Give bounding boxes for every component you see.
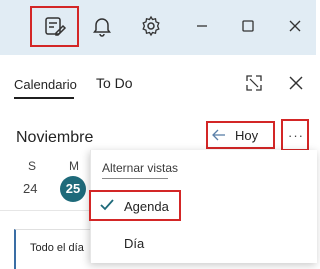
tab-calendario[interactable]: Calendario — [14, 77, 77, 92]
minimize-icon[interactable] — [190, 14, 214, 38]
all-day-label: Todo el día — [30, 242, 84, 254]
close-icon[interactable] — [283, 14, 307, 38]
pane-tabs: Calendario To Do — [0, 55, 316, 110]
title-bar — [0, 0, 316, 55]
arrow-left-icon — [211, 127, 227, 148]
menu-item-label: Día — [124, 236, 145, 251]
expand-icon[interactable] — [244, 73, 264, 98]
close-pane-icon[interactable] — [286, 73, 306, 98]
edit-note-highlight — [30, 6, 79, 47]
gear-icon[interactable] — [139, 14, 163, 38]
menu-item-dia[interactable]: Día — [91, 228, 317, 258]
month-title: Noviembre — [16, 129, 94, 146]
today-day-cell[interactable]: 25 — [60, 176, 86, 202]
active-tab-indicator — [14, 97, 74, 99]
maximize-icon[interactable] — [236, 14, 260, 38]
more-options-button[interactable]: ··· — [281, 119, 309, 151]
more-icon: ··· — [288, 128, 304, 143]
bell-icon[interactable] — [90, 14, 114, 38]
today-button[interactable]: Hoy — [206, 121, 275, 149]
menu-header: Alternar vistas — [102, 161, 179, 175]
agenda-highlight — [89, 190, 181, 221]
all-day-section: Todo el día — [14, 229, 96, 269]
month-header: Noviembre Hoy ··· — [0, 118, 316, 154]
weekday-label: S — [28, 159, 37, 173]
today-button-label: Hoy — [235, 128, 259, 143]
day-cell[interactable]: 24 — [23, 181, 37, 196]
menu-header-underline — [102, 178, 168, 179]
tab-todo[interactable]: To Do — [96, 75, 133, 91]
weekday-label: M — [69, 159, 79, 173]
